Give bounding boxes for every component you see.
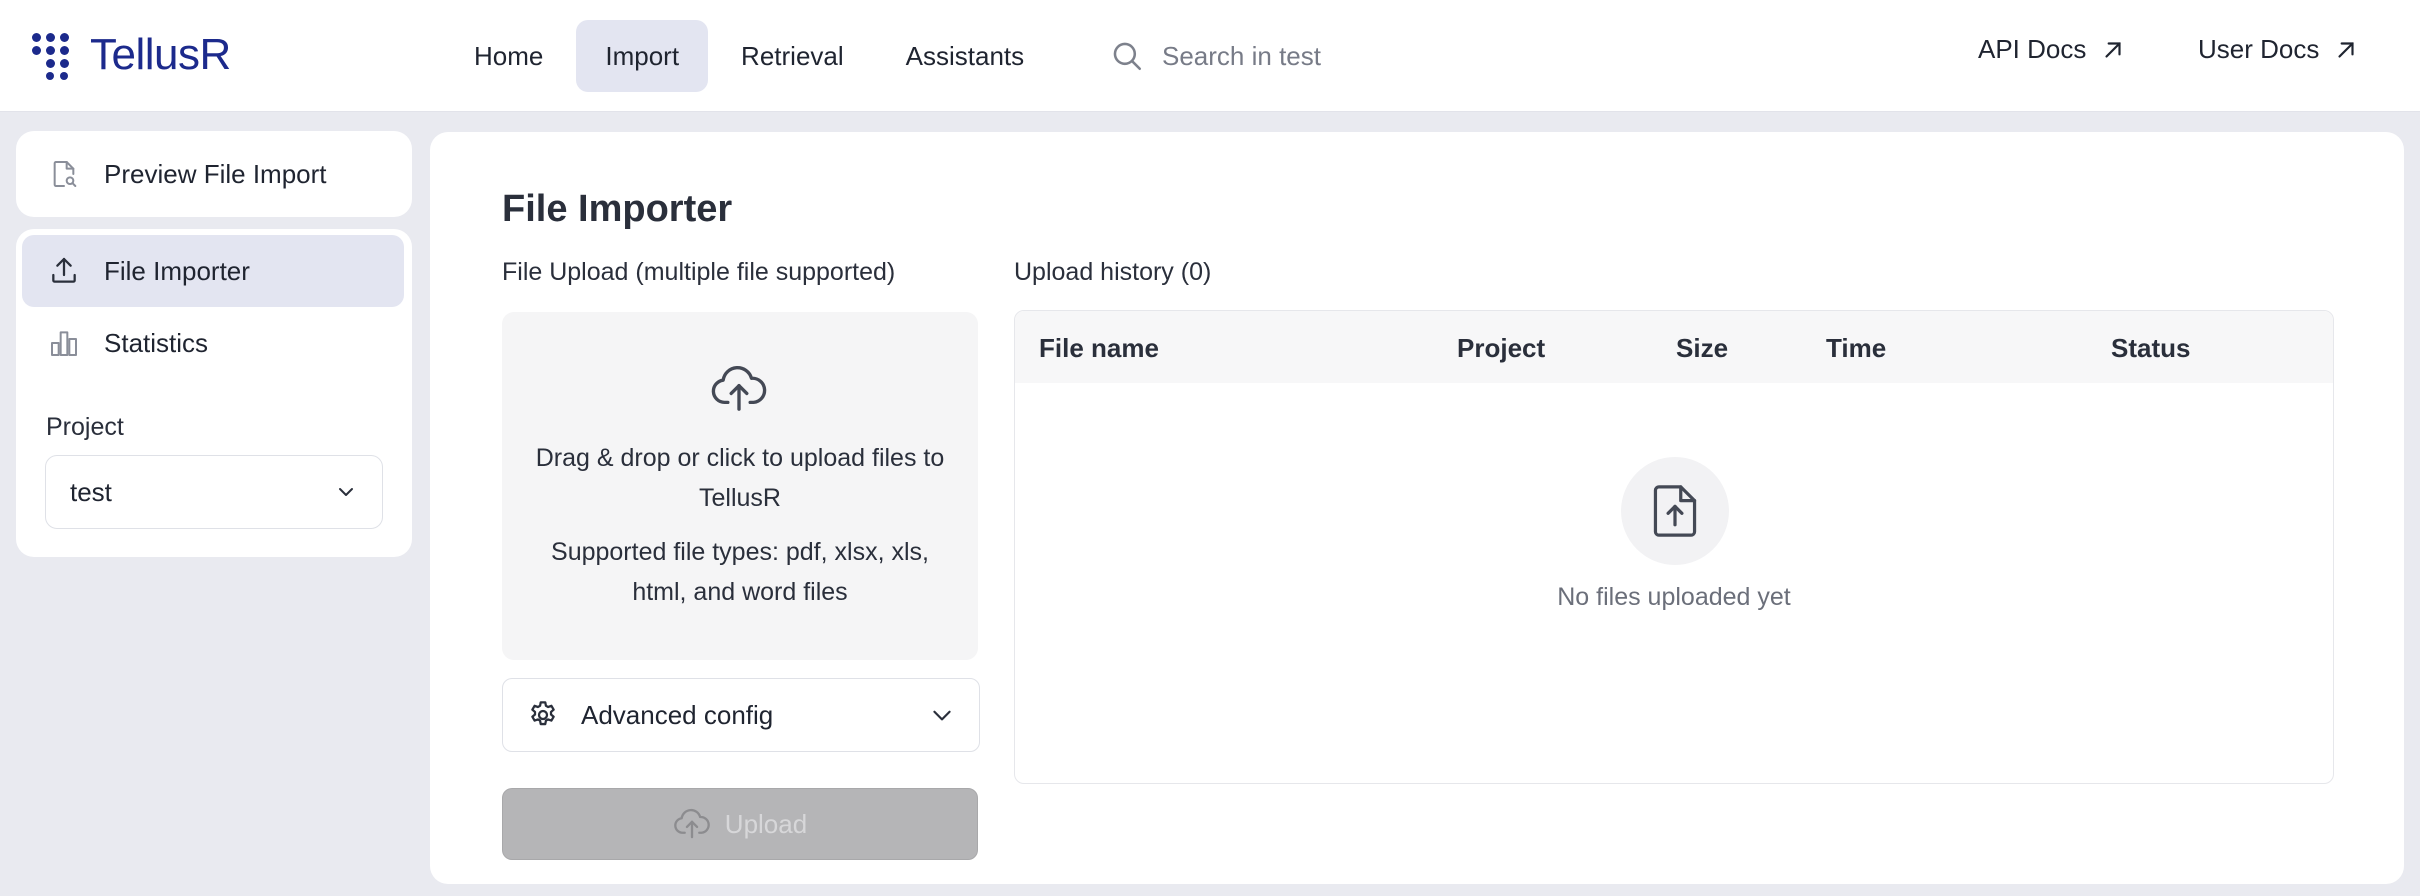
column-header-file-name[interactable]: File name xyxy=(1039,333,1159,364)
supported-file-types: Supported file types: pdf, xlsx, xls, ht… xyxy=(551,538,929,606)
project-label: Project xyxy=(46,413,124,441)
table-header: File name Project Size Time Status xyxy=(1015,311,2333,383)
preview-file-import-label: Preview File Import xyxy=(104,158,327,189)
nav-assistants[interactable]: Assistants xyxy=(877,20,1054,92)
sidebar-item-statistics[interactable]: Statistics xyxy=(22,307,404,379)
main-nav: Home Import Retrieval Assistants xyxy=(445,20,1053,92)
project-select-value: test xyxy=(70,476,112,507)
column-header-time[interactable]: Time xyxy=(1826,333,1886,364)
nav-import[interactable]: Import xyxy=(576,20,709,92)
api-docs-link[interactable]: API Docs xyxy=(1978,34,2126,65)
upload-history-table: File name Project Size Time Status No fi… xyxy=(1014,310,2334,784)
logo-text: TellusR xyxy=(90,30,231,79)
sidebar-item-file-importer[interactable]: File Importer xyxy=(22,235,404,307)
chevron-down-icon xyxy=(339,488,353,496)
sidebar-item-label: File Importer xyxy=(104,255,250,286)
search-box xyxy=(1110,30,1410,82)
column-header-project[interactable]: Project xyxy=(1457,333,1545,364)
file-upload-label: File Upload (multiple file supported) xyxy=(502,258,896,286)
nav-home[interactable]: Home xyxy=(445,20,572,92)
gear-icon xyxy=(531,701,555,726)
search-input[interactable] xyxy=(1162,40,1402,72)
cloud-upload-icon xyxy=(711,366,767,411)
user-docs-label: User Docs xyxy=(2198,34,2320,64)
top-bar: TellusR Home Import Retrieval Assistants… xyxy=(0,0,2420,112)
external-arrow-icon xyxy=(2105,41,2121,58)
chevron-down-icon xyxy=(933,710,951,721)
cloud-upload-icon xyxy=(673,808,710,839)
column-header-size[interactable]: Size xyxy=(1676,333,1728,364)
user-docs-link[interactable]: User Docs xyxy=(2198,34,2359,65)
search-icon[interactable] xyxy=(1110,39,1144,73)
advanced-config-toggle[interactable]: Advanced config xyxy=(502,678,980,752)
project-select[interactable]: test xyxy=(45,455,383,529)
dropzone-instruction: Drag & drop or click to upload files to … xyxy=(535,444,945,512)
external-arrow-icon xyxy=(2338,41,2354,58)
logo[interactable]: TellusR xyxy=(32,30,231,80)
sidebar-item-label: Statistics xyxy=(104,327,209,358)
bar-chart-icon xyxy=(51,331,77,356)
nav-retrieval[interactable]: Retrieval xyxy=(712,20,873,92)
file-dropzone[interactable]: Drag & drop or click to upload files to … xyxy=(502,312,978,660)
advanced-config-label: Advanced config xyxy=(581,699,774,730)
main-panel: File Importer File Upload (multiple file… xyxy=(430,132,2404,884)
page-title: File Importer xyxy=(502,188,733,230)
upload-button-label: Upload xyxy=(724,808,808,839)
api-docs-label: API Docs xyxy=(1978,34,2087,64)
preview-card: Preview File Import xyxy=(16,131,412,217)
upload-icon xyxy=(52,257,76,283)
column-header-status[interactable]: Status xyxy=(2111,333,2190,364)
file-upload-icon xyxy=(1653,485,1697,537)
sidebar-menu: File Importer Statistics Project test xyxy=(16,229,412,557)
file-search-icon xyxy=(53,161,77,187)
upload-button[interactable]: Upload xyxy=(502,788,978,860)
upload-history-label: Upload history (0) xyxy=(1014,258,1212,286)
preview-file-import-button[interactable]: Preview File Import xyxy=(22,138,404,210)
logo-dots-icon xyxy=(32,31,80,80)
empty-state-text: No files uploaded yet xyxy=(1557,583,1791,611)
empty-state-icon-wrap xyxy=(1621,457,1729,565)
